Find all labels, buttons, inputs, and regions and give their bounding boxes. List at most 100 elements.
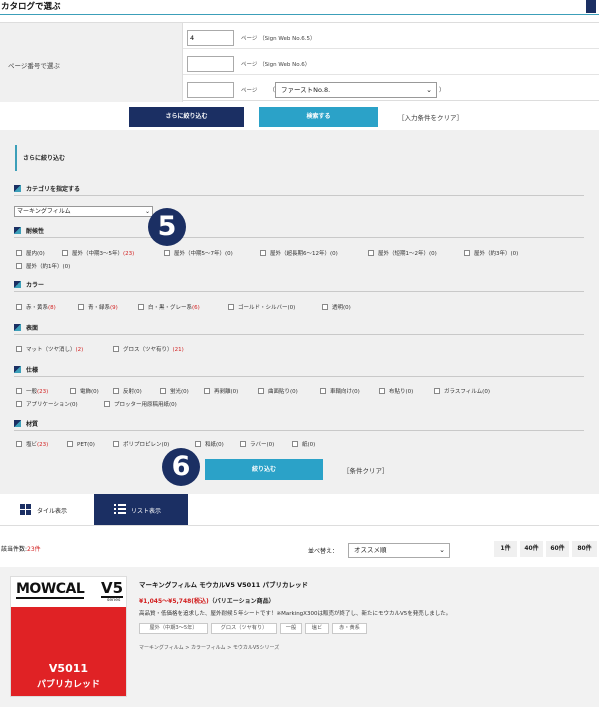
product-tag: 塩ビ [305, 623, 329, 634]
checkbox-icon[interactable] [260, 250, 266, 256]
list-icon [114, 504, 126, 514]
per-page-1[interactable]: 1件 [494, 541, 517, 557]
material-checkbox[interactable]: 和紙(0) [195, 441, 224, 449]
color-checkbox[interactable]: 透明(0) [322, 304, 351, 312]
spec-checkbox[interactable]: 曲面貼り(0) [258, 388, 298, 396]
material-option-label: ラバー(0) [250, 442, 275, 448]
color-checkbox[interactable]: ゴールド・シルバー(0) [228, 304, 295, 312]
durability-checkbox[interactable]: 屋外（約3年）(0) [464, 250, 518, 258]
spec-checkbox[interactable]: 一般(23) [16, 388, 48, 396]
filter-panel: さらに絞り込む カテゴリを指定する マーキングフィルム ⌄ 耐候性 屋内(0) 屋外… [0, 130, 599, 494]
clear-filter-link[interactable]: ［条件クリア］ [343, 465, 389, 475]
checkbox-icon[interactable] [258, 388, 264, 394]
clear-input-link[interactable]: ［入力条件をクリア］ [398, 112, 463, 122]
color-option-count: (6) [192, 305, 200, 311]
material-checkbox[interactable]: ラバー(0) [240, 441, 274, 449]
page-input-sw6[interactable] [187, 56, 234, 72]
checkbox-icon[interactable] [70, 388, 76, 394]
checkbox-icon[interactable] [164, 250, 170, 256]
surface-option-count: (21) [172, 347, 184, 353]
checkbox-icon[interactable] [292, 441, 298, 447]
durability-checkbox[interactable]: 屋外（超長期6〜12年）(0) [260, 250, 338, 258]
surface-checkbox[interactable]: グロス（ツヤ有り）(21) [113, 346, 184, 354]
apply-filter-button[interactable]: 絞り込む [205, 459, 323, 480]
per-page-60[interactable]: 60件 [546, 541, 569, 557]
page-input-sw65[interactable] [187, 30, 234, 46]
spec-checkbox[interactable]: 蛍光(0) [160, 388, 189, 396]
checkbox-icon[interactable] [113, 441, 119, 447]
category-select[interactable]: マーキングフィルム ⌄ [14, 206, 153, 217]
checkbox-icon[interactable] [322, 304, 328, 310]
catalog-select[interactable]: ファーストNo.8. ⌄ [275, 82, 437, 98]
checkbox-icon[interactable] [195, 441, 201, 447]
spec-checkbox[interactable]: ガラスフィルム(0) [434, 388, 490, 396]
product-price: ¥1,045〜¥5,748(税込)（バリエーション商品） [139, 598, 275, 605]
product-title[interactable]: マーキングフィルム モウカルV5 V5011 パブリカレッド [139, 579, 308, 589]
page-input-first[interactable] [187, 82, 234, 98]
checkbox-icon[interactable] [16, 250, 22, 256]
spec-checkbox[interactable]: 車輌向け(0) [320, 388, 360, 396]
spec-checkbox[interactable]: プロッター用原稿用紙(0) [104, 401, 177, 409]
color-heading: カラー [14, 279, 584, 292]
checkbox-icon[interactable] [320, 388, 326, 394]
search-button[interactable]: 検索する [259, 107, 378, 127]
page-number-label: ページ番号で選ぶ [8, 62, 60, 70]
spec-option-label: 蛍光(0) [170, 389, 189, 395]
checkbox-icon[interactable] [138, 304, 144, 310]
checkbox-icon[interactable] [228, 304, 234, 310]
checkbox-icon[interactable] [160, 388, 166, 394]
material-checkbox[interactable]: 紙(0) [292, 441, 315, 449]
per-page-40[interactable]: 40件 [520, 541, 543, 557]
spec-checkbox[interactable]: 布貼り(0) [379, 388, 413, 396]
checkbox-icon[interactable] [67, 441, 73, 447]
checkbox-icon[interactable] [240, 441, 246, 447]
color-checkbox[interactable]: 青・緑系(9) [78, 304, 118, 312]
surface-checkbox[interactable]: マット（ツヤ消し）(2) [16, 346, 83, 354]
color-checkbox[interactable]: 赤・黄系(8) [16, 304, 56, 312]
spec-checkbox[interactable]: 反射(0) [113, 388, 142, 396]
tab-list-view[interactable]: リスト表示 [94, 494, 188, 526]
checkbox-icon[interactable] [204, 388, 210, 394]
sort-label: 並べ替え： [308, 548, 339, 555]
durability-option-label: 屋外（中期3〜5年） [72, 251, 123, 257]
durability-option-label: 屋内(0) [26, 251, 45, 257]
material-heading: 材質 [14, 418, 584, 431]
durability-checkbox[interactable]: 屋外（中期3〜5年）(23) [62, 250, 134, 258]
page-row-3: ページ （ ファーストNo.8. ⌄ ） [183, 75, 599, 101]
checkbox-icon[interactable] [16, 441, 22, 447]
checkbox-icon[interactable] [16, 346, 22, 352]
checkbox-icon[interactable] [368, 250, 374, 256]
durability-checkbox[interactable]: 屋外（中期5〜7年）(0) [164, 250, 233, 258]
checkbox-icon[interactable] [16, 401, 22, 407]
checkbox-icon[interactable] [464, 250, 470, 256]
filter-title: さらに絞り込む [15, 145, 65, 171]
checkbox-icon[interactable] [62, 250, 68, 256]
checkbox-icon[interactable] [16, 263, 22, 269]
checkbox-icon[interactable] [379, 388, 385, 394]
material-checkbox[interactable]: 塩ビ(23) [16, 441, 48, 449]
sort-select[interactable]: オススメ順 ⌄ [348, 543, 450, 558]
durability-checkbox[interactable]: 屋外（約1年）(0) [16, 263, 70, 271]
checkbox-icon[interactable] [16, 304, 22, 310]
color-option-label: ゴールド・シルバー(0) [238, 305, 296, 311]
material-checkbox[interactable]: PET(0) [67, 441, 95, 449]
spec-checkbox[interactable]: 再剥離(0) [204, 388, 238, 396]
per-page-80[interactable]: 80件 [572, 541, 597, 557]
material-checkbox[interactable]: ポリプロピレン(0) [113, 441, 169, 449]
spec-checkbox[interactable]: 電飾(0) [70, 388, 99, 396]
durability-option-label: 屋外（中期5〜7年）(0) [174, 251, 233, 257]
durability-checkbox[interactable]: 屋内(0) [16, 250, 45, 258]
product-image[interactable]: MOWCAL V5 series V5011 パブリカレッド [10, 576, 127, 697]
checkbox-icon[interactable] [113, 388, 119, 394]
checkbox-icon[interactable] [434, 388, 440, 394]
narrow-down-button[interactable]: さらに絞り込む [129, 107, 244, 127]
checkbox-icon[interactable] [104, 401, 110, 407]
spec-checkbox[interactable]: アプリケーション(0) [16, 401, 78, 409]
checkbox-icon[interactable] [113, 346, 119, 352]
color-checkbox[interactable]: 白・黒・グレー系(6) [138, 304, 200, 312]
tab-tile-view[interactable]: タイル表示 [0, 494, 94, 526]
durability-checkbox[interactable]: 屋外（短期1〜2年）(0) [368, 250, 437, 258]
grid-icon [20, 504, 31, 515]
checkbox-icon[interactable] [16, 388, 22, 394]
checkbox-icon[interactable] [78, 304, 84, 310]
